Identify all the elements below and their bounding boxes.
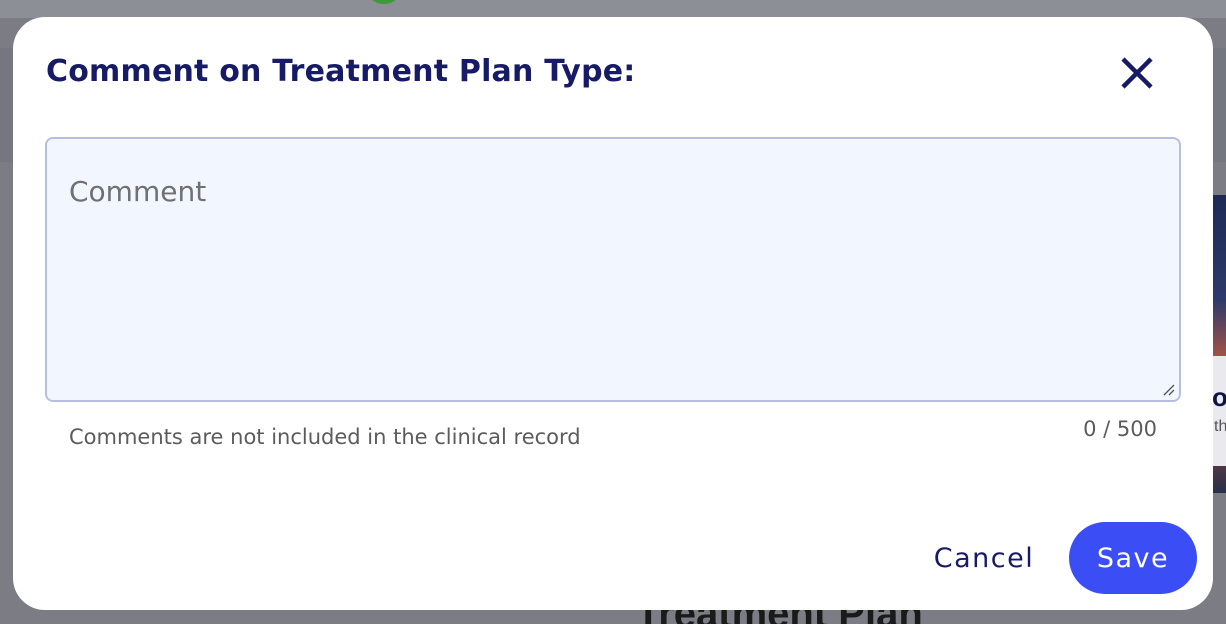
cancel-button[interactable]: Cancel	[925, 534, 1043, 582]
save-button[interactable]: Save	[1069, 522, 1197, 594]
comment-dialog: Comment on Treatment Plan Type: Comments…	[13, 17, 1213, 610]
comment-input[interactable]	[47, 139, 1179, 400]
resize-handle-icon[interactable]	[1161, 382, 1175, 396]
background-top-bar	[0, 0, 1226, 18]
close-icon	[1121, 57, 1153, 89]
comment-field	[45, 137, 1181, 402]
dialog-title: Comment on Treatment Plan Type:	[46, 54, 636, 89]
close-button[interactable]	[1113, 49, 1161, 97]
background-card-subtitle: th	[1214, 418, 1226, 435]
character-counter: 0 / 500	[1083, 417, 1157, 441]
background-card-title: o	[1212, 382, 1226, 412]
comment-helper-text: Comments are not included in the clinica…	[69, 425, 581, 449]
